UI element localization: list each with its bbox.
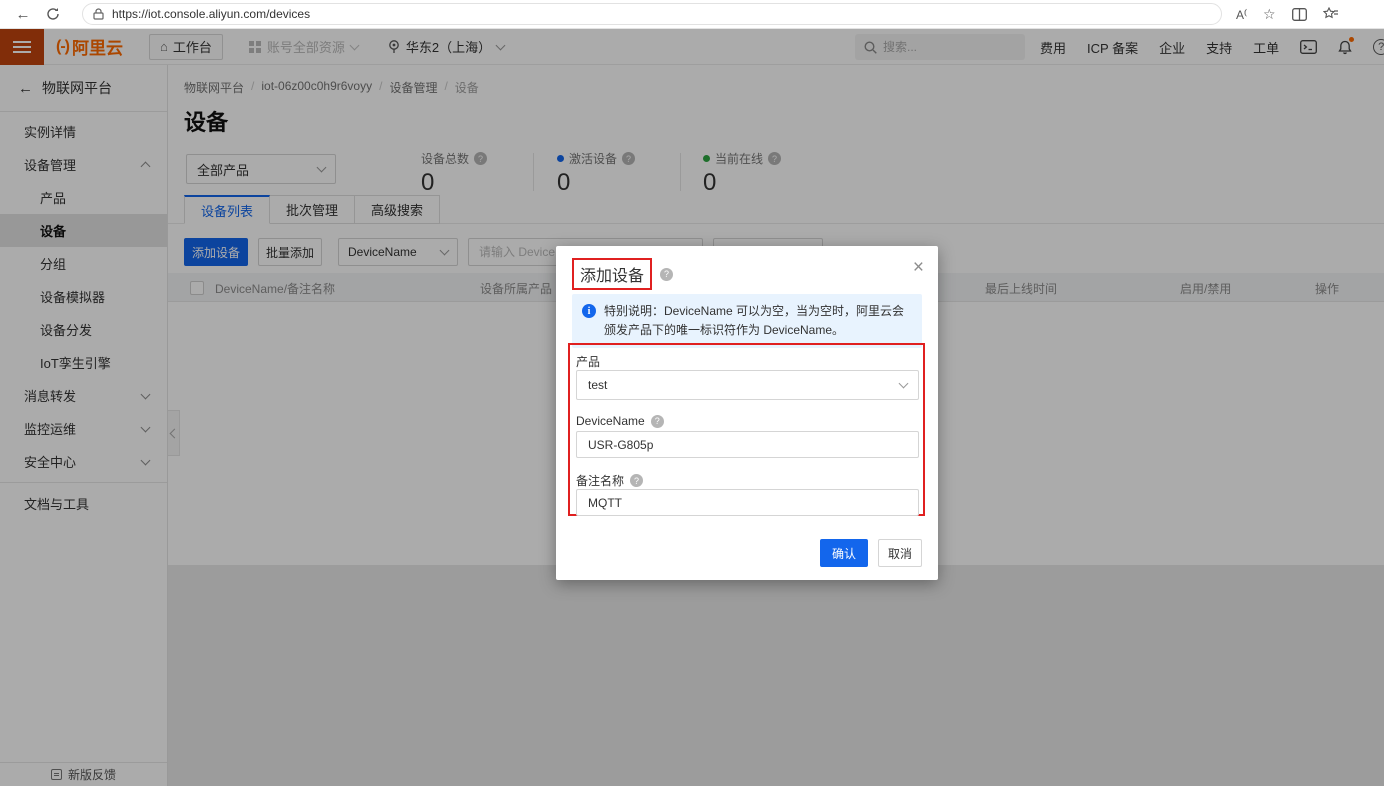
cancel-button[interactable]: 取消 bbox=[878, 539, 922, 567]
favorite-star-icon[interactable]: ☆ bbox=[1263, 6, 1276, 23]
product-field-label: 产品 bbox=[576, 353, 600, 370]
address-bar[interactable]: https://iot.console.aliyun.com/devices bbox=[82, 3, 1222, 25]
confirm-button[interactable]: 确认 bbox=[820, 539, 868, 567]
help-circle-icon[interactable]: ? bbox=[660, 268, 673, 281]
info-text: 特别说明：DeviceName 可以为空，当为空时，阿里云会颁发产品下的唯一标识… bbox=[604, 304, 904, 337]
chevron-down-icon bbox=[899, 379, 909, 389]
red-annotation-box-title: 添加设备 bbox=[572, 258, 652, 290]
devicename-input[interactable] bbox=[576, 431, 919, 458]
help-circle-icon[interactable]: ? bbox=[651, 415, 664, 428]
product-select-value: test bbox=[588, 378, 607, 392]
url-text: https://iot.console.aliyun.com/devices bbox=[112, 7, 310, 21]
close-icon[interactable]: × bbox=[913, 258, 924, 277]
product-select[interactable]: test bbox=[576, 370, 919, 400]
site-lock-icon[interactable] bbox=[93, 8, 104, 20]
remark-input[interactable] bbox=[576, 489, 919, 516]
help-circle-icon[interactable]: ? bbox=[630, 474, 643, 487]
info-icon: i bbox=[582, 304, 596, 318]
browser-back-icon[interactable]: ← bbox=[8, 6, 38, 23]
remark-field-label: 备注名称 ? bbox=[576, 472, 643, 489]
add-device-modal: 添加设备 ? × i 特别说明：DeviceName 可以为空，当为空时，阿里云… bbox=[556, 246, 938, 580]
info-alert: i 特别说明：DeviceName 可以为空，当为空时，阿里云会颁发产品下的唯一… bbox=[572, 294, 922, 348]
browser-refresh-icon[interactable] bbox=[38, 7, 68, 21]
read-aloud-icon[interactable]: A⦅︎ bbox=[1236, 7, 1247, 22]
split-screen-icon[interactable] bbox=[1292, 8, 1307, 21]
devicename-field-label: DeviceName ? bbox=[576, 414, 664, 428]
modal-title: 添加设备 bbox=[580, 268, 644, 285]
browser-toolbar: ← https://iot.console.aliyun.com/devices… bbox=[0, 0, 1384, 29]
favorites-bar-icon[interactable] bbox=[1323, 7, 1339, 21]
console-page: (-) 阿里云 ⌂ 工作台 账号全部资源 华东2（上海） 费用 ICP 备案 企… bbox=[0, 29, 1384, 786]
